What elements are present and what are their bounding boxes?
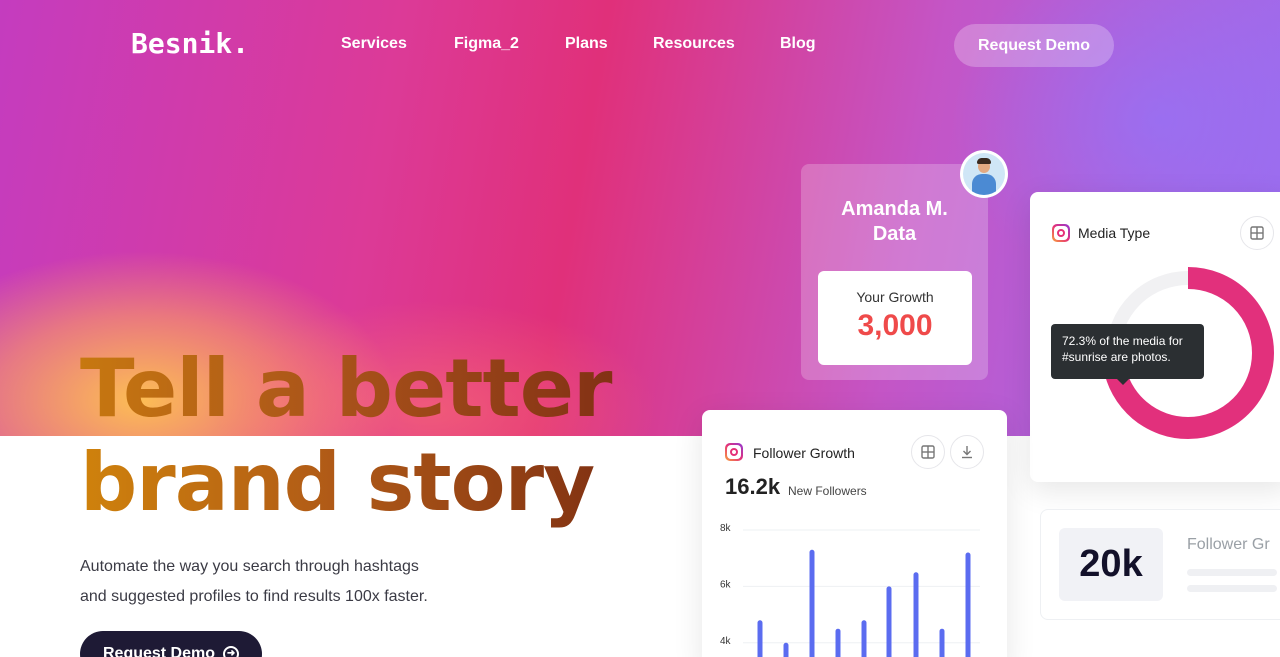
download-icon: [962, 446, 972, 459]
hero-subtext: Automate the way you search through hash…: [80, 552, 520, 612]
brand-logo[interactable]: Besnik.: [131, 27, 249, 60]
growth-value: 3,000: [857, 309, 933, 342]
new-followers-value: 16.2k: [725, 474, 781, 499]
chart-bar[interactable]: [809, 549, 815, 657]
follower-growth-title: Follower Growth: [753, 445, 855, 461]
chart-bar[interactable]: [886, 586, 892, 657]
y-tick-label: 6k: [720, 579, 732, 590]
growth-box: Your Growth 3,000: [818, 271, 972, 365]
y-tick-label: 4k: [720, 636, 732, 647]
grid-view-button[interactable]: [911, 435, 945, 469]
media-tooltip: 72.3% of the media for #sunrise are phot…: [1051, 324, 1204, 385]
avatar-image: [963, 153, 1005, 195]
profile-name: Amanda M. Data: [801, 197, 988, 247]
nav-item-resources[interactable]: Resources: [653, 35, 735, 53]
hero-headline-line2: brand story: [80, 436, 640, 530]
hero-headline: Tell a better brand story: [80, 342, 640, 530]
stat-placeholder-bar: [1187, 569, 1277, 576]
chart-bar[interactable]: [861, 620, 867, 657]
stat-placeholder-bar: [1187, 585, 1277, 592]
avatar[interactable]: [960, 150, 1008, 198]
chart-bar[interactable]: [835, 628, 841, 657]
stat-title: Follower Gr: [1187, 536, 1270, 553]
instagram-icon: [725, 443, 743, 461]
nav-item-blog[interactable]: Blog: [780, 35, 816, 53]
hero-request-demo-button[interactable]: Request Demo ➜: [80, 631, 262, 657]
media-type-title: Media Type: [1078, 225, 1151, 241]
chart-bar[interactable]: [757, 620, 763, 657]
nav-item-services[interactable]: Services: [341, 35, 407, 53]
new-followers-label: New Followers: [788, 484, 867, 498]
hero-cta-label: Request Demo: [102, 645, 216, 657]
arrow-right-circle-icon: ➜: [223, 646, 240, 657]
growth-label: Your Growth: [856, 289, 934, 305]
chart-bar[interactable]: [965, 552, 971, 657]
hero-subtext-line1: Automate the way you search through hash…: [80, 558, 419, 575]
nav-item-figma[interactable]: Figma_2: [454, 35, 519, 53]
tooltip-line1: 72.3% of the media for: [1062, 334, 1183, 348]
chart-bar[interactable]: [913, 572, 919, 657]
tooltip-line2: #sunrise are photos.: [1062, 350, 1171, 364]
profile-card: Amanda M. Data Your Growth 3,000: [801, 164, 988, 380]
stat-value: 20k: [1059, 528, 1163, 601]
hero-headline-line1: Tell a better: [80, 342, 640, 436]
chart-bar[interactable]: [939, 628, 945, 657]
profile-name-line1: Amanda M.: [841, 198, 948, 220]
profile-name-line2: Data: [872, 223, 917, 245]
download-button[interactable]: [950, 435, 984, 469]
instagram-icon: [1052, 224, 1070, 242]
hero-subtext-line2: and suggested profiles to find results 1…: [80, 588, 428, 605]
chart-bar[interactable]: [783, 642, 789, 657]
grid-view-button[interactable]: [1240, 216, 1274, 250]
grid-icon: [1250, 226, 1264, 240]
nav-item-plans[interactable]: Plans: [565, 35, 608, 53]
follower-growth-chart: 8k 6k 4k: [720, 523, 980, 657]
nav-request-demo-button[interactable]: Request Demo: [954, 24, 1114, 67]
y-tick-label: 8k: [720, 523, 732, 534]
grid-icon: [921, 445, 935, 459]
